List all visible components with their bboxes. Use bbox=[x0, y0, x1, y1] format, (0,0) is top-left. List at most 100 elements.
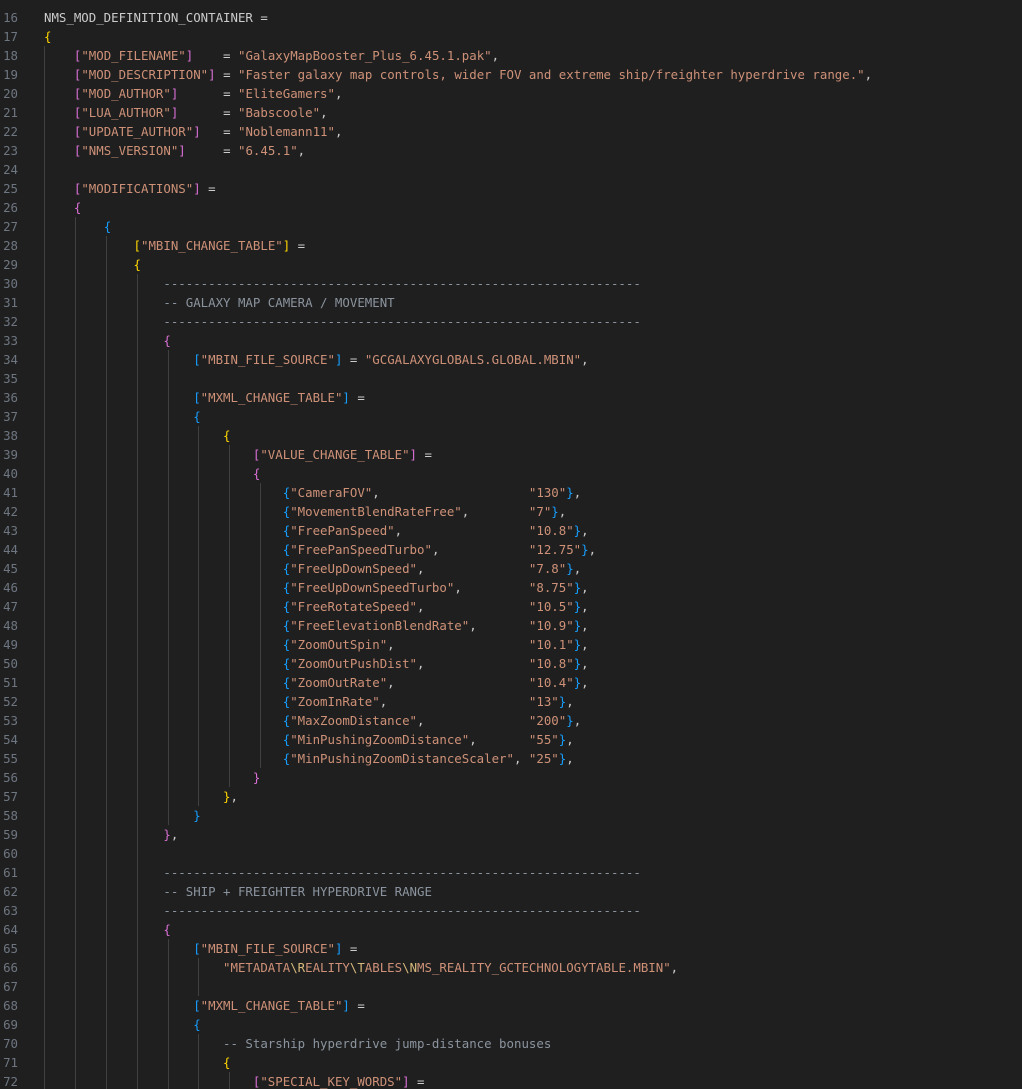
code-line[interactable]: 58 } bbox=[0, 806, 1022, 825]
code-line[interactable]: 70 -- Starship hyperdrive jump-distance … bbox=[0, 1034, 1022, 1053]
code-text: ["MBIN_FILE_SOURCE"] = "GCGALAXYGLOBALS.… bbox=[44, 350, 588, 369]
code-line[interactable]: 54 {"MinPushingZoomDistance", "55"}, bbox=[0, 730, 1022, 749]
code-line[interactable]: 37 { bbox=[0, 407, 1022, 426]
code-line[interactable]: 30 -------------------------------------… bbox=[0, 274, 1022, 293]
code-line[interactable]: 39 ["VALUE_CHANGE_TABLE"] = bbox=[0, 445, 1022, 464]
code-token: ] bbox=[208, 66, 216, 82]
code-line[interactable]: 49 {"ZoomOutSpin", "10.1"}, bbox=[0, 635, 1022, 654]
code-line[interactable]: 23 ["NMS_VERSION"] = "6.45.1", bbox=[0, 141, 1022, 160]
line-number: 20 bbox=[3, 85, 18, 101]
line-number: 52 bbox=[3, 693, 18, 709]
code-line[interactable]: 20 ["MOD_AUTHOR"] = "EliteGamers", bbox=[0, 84, 1022, 103]
code-line[interactable]: 66 "METADATA\REALITY\TABLES\NMS_REALITY_… bbox=[0, 958, 1022, 977]
code-line[interactable]: 61 -------------------------------------… bbox=[0, 863, 1022, 882]
code-token: "MBIN_FILE_SOURCE" bbox=[200, 940, 335, 956]
code-line[interactable]: 60 bbox=[0, 844, 1022, 863]
line-number: 48 bbox=[3, 617, 18, 633]
code-line[interactable]: 17 { bbox=[0, 27, 1022, 46]
code-line[interactable]: 19 ["MOD_DESCRIPTION"] = "Faster galaxy … bbox=[0, 65, 1022, 84]
code-token: ABLES bbox=[364, 959, 403, 975]
code-line[interactable]: 67 bbox=[0, 977, 1022, 996]
code-token: } bbox=[551, 503, 559, 519]
code-token: "10.1" bbox=[528, 636, 574, 652]
code-line[interactable]: 22 ["UPDATE_AUTHOR"] = "Noblemann11", bbox=[0, 122, 1022, 141]
code-line[interactable]: 31 -- GALAXY MAP CAMERA / MOVEMENT bbox=[0, 293, 1022, 312]
code-line[interactable]: 51 {"ZoomOutRate", "10.4"}, bbox=[0, 673, 1022, 692]
code-token: [ bbox=[193, 351, 201, 367]
code-line[interactable]: 62 -- SHIP + FREIGHTER HYPERDRIVE RANGE bbox=[0, 882, 1022, 901]
code-line[interactable]: 35 bbox=[0, 369, 1022, 388]
code-line[interactable]: 32 -------------------------------------… bbox=[0, 312, 1022, 331]
code-line[interactable]: 47 {"FreeRotateSpeed", "10.5"}, bbox=[0, 597, 1022, 616]
code-line[interactable]: 64 { bbox=[0, 920, 1022, 939]
line-number: 24 bbox=[3, 161, 18, 177]
code-line[interactable]: 25 ["MODIFICATIONS"] = bbox=[0, 179, 1022, 198]
code-token: , bbox=[581, 579, 589, 595]
line-number: 19 bbox=[3, 66, 18, 82]
code-line[interactable]: 50 {"ZoomOutPushDist", "10.8"}, bbox=[0, 654, 1022, 673]
code-line[interactable]: 36 ["MXML_CHANGE_TABLE"] = bbox=[0, 388, 1022, 407]
code-line[interactable]: 59 }, bbox=[0, 825, 1022, 844]
line-number: 35 bbox=[3, 370, 18, 386]
code-line[interactable]: 68 ["MXML_CHANGE_TABLE"] = bbox=[0, 996, 1022, 1015]
line-number: 67 bbox=[3, 978, 18, 994]
code-line[interactable]: 41 {"CameraFOV", "130"}, bbox=[0, 483, 1022, 502]
code-token: "55" bbox=[528, 731, 559, 747]
line-number: 38 bbox=[3, 427, 18, 443]
code-line[interactable]: 46 {"FreeUpDownSpeedTurbo", "8.75"}, bbox=[0, 578, 1022, 597]
code-token: "12.75" bbox=[528, 541, 582, 557]
code-line[interactable]: 53 {"MaxZoomDistance", "200"}, bbox=[0, 711, 1022, 730]
code-token: "MODIFICATIONS" bbox=[81, 180, 194, 196]
code-token: NMS_MOD_DEFINITION_CONTAINER = bbox=[44, 9, 268, 25]
code-line[interactable]: 57 }, bbox=[0, 787, 1022, 806]
code-token: = bbox=[215, 66, 238, 82]
code-line[interactable]: 69 { bbox=[0, 1015, 1022, 1034]
code-token: "Babscoole" bbox=[238, 104, 321, 120]
code-line[interactable]: 55 {"MinPushingZoomDistanceScaler", "25"… bbox=[0, 749, 1022, 768]
code-line[interactable]: 43 {"FreePanSpeed", "10.8"}, bbox=[0, 521, 1022, 540]
code-line[interactable]: 21 ["LUA_AUTHOR"] = "Babscoole", bbox=[0, 103, 1022, 122]
code-line[interactable]: 40 { bbox=[0, 464, 1022, 483]
code-line[interactable]: 38 { bbox=[0, 426, 1022, 445]
code-text: -- Starship hyperdrive jump-distance bon… bbox=[44, 1034, 551, 1053]
code-line[interactable]: 63 -------------------------------------… bbox=[0, 901, 1022, 920]
code-line[interactable]: 52 {"ZoomInRate", "13"}, bbox=[0, 692, 1022, 711]
code-line[interactable]: 72 ["SPECIAL_KEY_WORDS"] = bbox=[0, 1072, 1022, 1089]
code-text: {"MaxZoomDistance", "200"}, bbox=[44, 711, 581, 730]
code-line[interactable]: 48 {"FreeElevationBlendRate", "10.9"}, bbox=[0, 616, 1022, 635]
code-line[interactable]: 28 ["MBIN_CHANGE_TABLE"] = bbox=[0, 236, 1022, 255]
code-line[interactable]: 33 { bbox=[0, 331, 1022, 350]
code-line[interactable]: 34 ["MBIN_FILE_SOURCE"] = "GCGALAXYGLOBA… bbox=[0, 350, 1022, 369]
code-token: , bbox=[573, 712, 582, 728]
code-text: ["MBIN_FILE_SOURCE"] = bbox=[44, 939, 357, 958]
code-line[interactable]: 42 {"MovementBlendRateFree", "7"}, bbox=[0, 502, 1022, 521]
code-line[interactable]: 27 { bbox=[0, 217, 1022, 236]
code-line[interactable]: 56 } bbox=[0, 768, 1022, 787]
code-token: \R bbox=[290, 959, 306, 975]
code-editor[interactable]: 16 NMS_MOD_DEFINITION_CONTAINER = 17{18 ["… bbox=[0, 0, 1022, 1089]
code-line[interactable]: 26 { bbox=[0, 198, 1022, 217]
code-token: , bbox=[334, 85, 343, 101]
code-token: , bbox=[566, 750, 574, 766]
code-line[interactable]: 29 { bbox=[0, 255, 1022, 274]
code-line[interactable]: 18 ["MOD_FILENAME"] = "GalaxyMapBooster_… bbox=[0, 46, 1022, 65]
code-line[interactable]: 24 bbox=[0, 160, 1022, 179]
code-line[interactable]: 16 NMS_MOD_DEFINITION_CONTAINER = bbox=[0, 8, 1022, 27]
code-line[interactable]: 65 ["MBIN_FILE_SOURCE"] = bbox=[0, 939, 1022, 958]
code-line[interactable]: 45 {"FreeUpDownSpeed", "7.8"}, bbox=[0, 559, 1022, 578]
code-token: -- SHIP + FREIGHTER HYPERDRIVE RANGE bbox=[163, 883, 432, 899]
code-token: "MOD_AUTHOR" bbox=[81, 85, 171, 101]
code-line[interactable]: 44 {"FreePanSpeedTurbo", "12.75"}, bbox=[0, 540, 1022, 559]
code-line[interactable]: 71 { bbox=[0, 1053, 1022, 1072]
code-text: { bbox=[44, 407, 200, 426]
line-number: 59 bbox=[3, 826, 18, 842]
code-token: "UPDATE_AUTHOR" bbox=[81, 123, 194, 139]
